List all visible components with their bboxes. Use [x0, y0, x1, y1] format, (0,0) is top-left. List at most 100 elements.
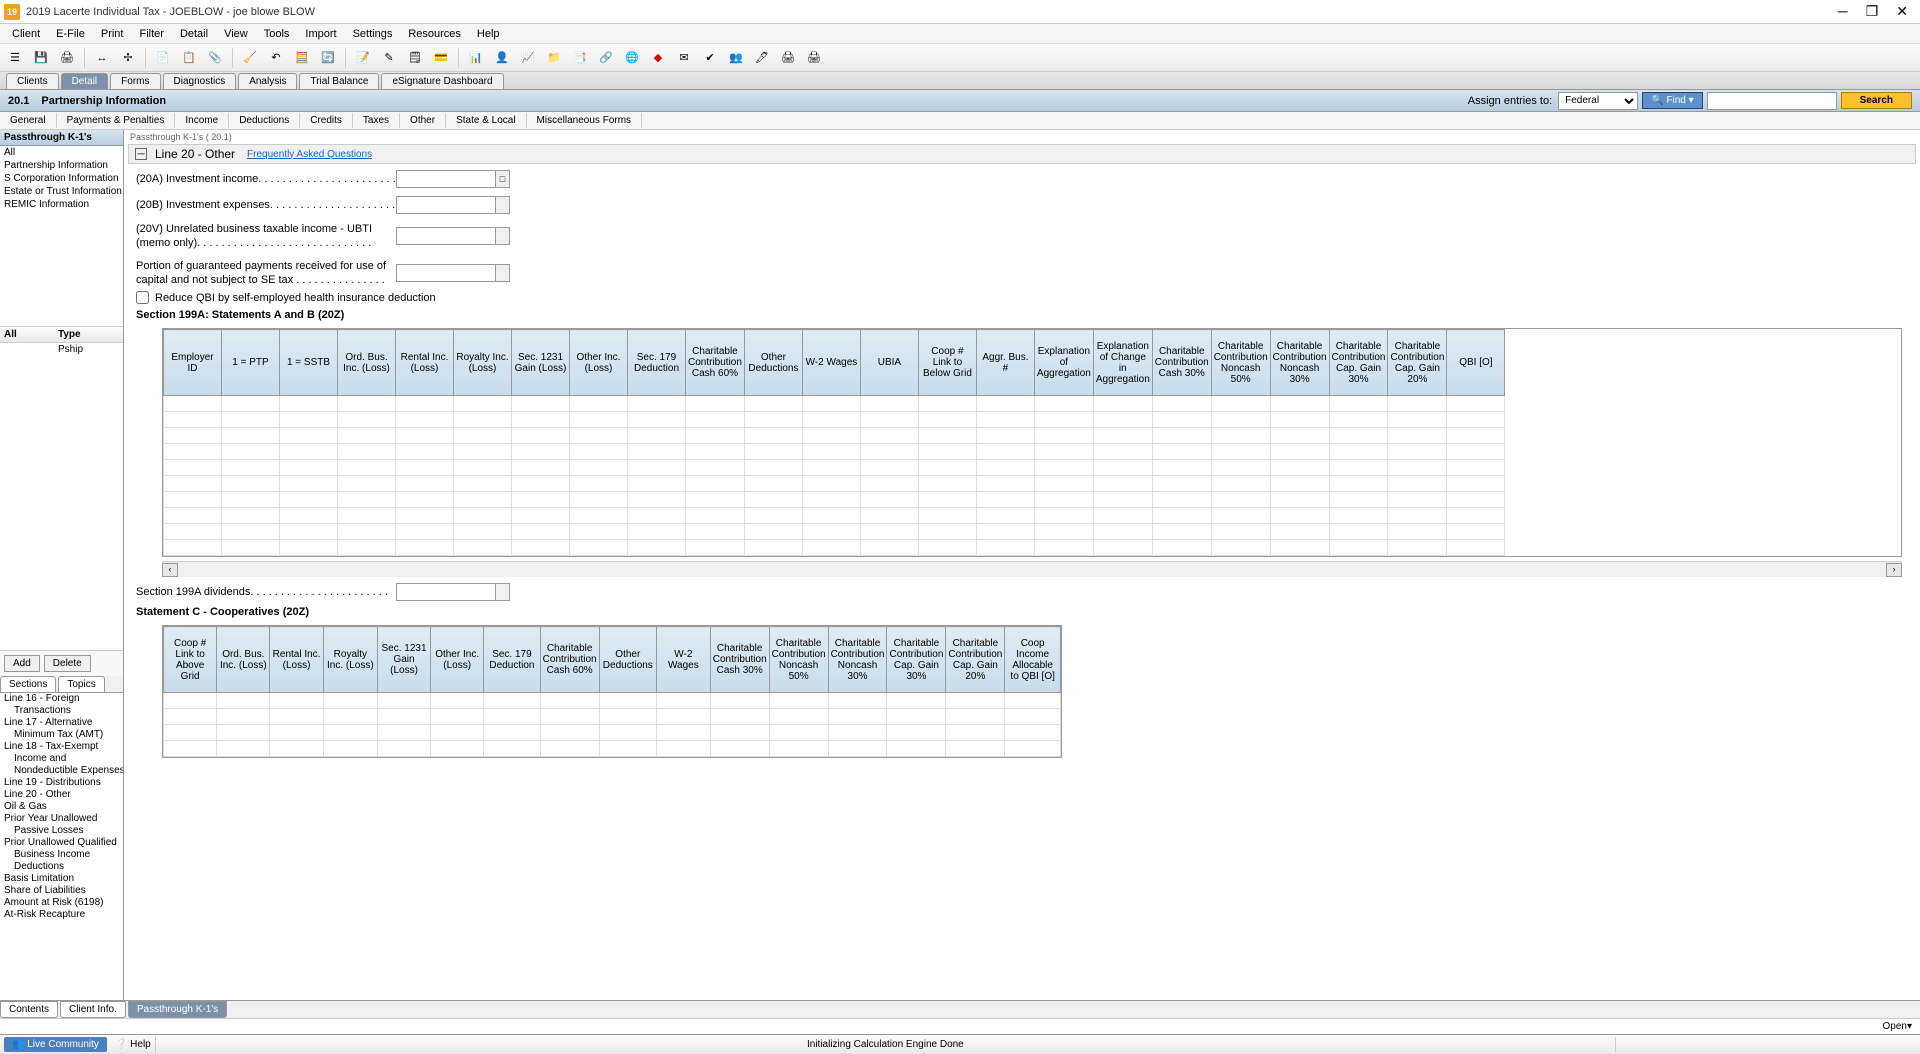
table-row[interactable]	[164, 492, 1505, 508]
grid-header[interactable]: Charitable Contribution Cap. Gain 20%	[946, 627, 1005, 693]
grid-header[interactable]: 1 = PTP	[222, 330, 280, 396]
grid-header[interactable]: Charitable Contribution Cash 30%	[1152, 330, 1211, 396]
check-icon[interactable]: ✔	[699, 47, 721, 69]
person-icon[interactable]: 👤	[491, 47, 513, 69]
tab-clients[interactable]: Clients	[6, 73, 59, 89]
add-button[interactable]: Add	[4, 655, 40, 672]
grid-header[interactable]: Rental Inc. (Loss)	[396, 330, 454, 396]
menu-print[interactable]: Print	[93, 26, 132, 42]
section-item[interactable]: Basis Limitation	[0, 873, 123, 885]
section-item[interactable]: Minimum Tax (AMT)	[0, 729, 123, 741]
grid-header[interactable]: Sec. 1231 Gain (Loss)	[512, 330, 570, 396]
section-item[interactable]: Prior Unallowed Qualified	[0, 837, 123, 849]
grid-header[interactable]: Other Deductions	[599, 627, 656, 693]
note-icon[interactable]: 🗒	[404, 47, 426, 69]
section-item[interactable]: Amount at Risk (6198)	[0, 897, 123, 909]
table-row[interactable]	[164, 460, 1505, 476]
find-input[interactable]	[1707, 92, 1837, 110]
scroll-right-icon[interactable]: ›	[1886, 563, 1902, 577]
live-community-button[interactable]: 👥 Live Community	[4, 1037, 107, 1052]
bottom-tab-client-info-[interactable]: Client Info.	[60, 1001, 126, 1018]
section-item[interactable]: Prior Year Unallowed	[0, 813, 123, 825]
card-icon[interactable]: 💳	[430, 47, 452, 69]
tab-topics[interactable]: Topics	[58, 676, 104, 692]
side-item[interactable]: All	[0, 146, 123, 159]
subtab-taxes[interactable]: Taxes	[353, 113, 400, 128]
grid-header[interactable]: Explanation of Change in Aggregation	[1093, 330, 1152, 396]
tab-trial-balance[interactable]: Trial Balance	[299, 73, 379, 89]
section-item[interactable]: Business Income	[0, 849, 123, 861]
grid-header[interactable]: Coop Income Allocable to QBI [O]	[1005, 627, 1061, 693]
input-20v[interactable]	[396, 227, 496, 245]
side-item[interactable]: Estate or Trust Information	[0, 185, 123, 198]
letter-icon[interactable]: 📝	[352, 47, 374, 69]
section-item[interactable]: Line 17 - Alternative	[0, 717, 123, 729]
section-item[interactable]: Income and	[0, 753, 123, 765]
collapse-icon[interactable]: ─	[135, 148, 147, 160]
grid-header[interactable]: Sec. 179 Deduction	[484, 627, 540, 693]
menu-settings[interactable]: Settings	[345, 26, 401, 42]
subtab-payments-penalties[interactable]: Payments & Penalties	[57, 113, 176, 128]
grid-header[interactable]: Charitable Contribution Noncash 50%	[1211, 330, 1270, 396]
side-item[interactable]: REMIC Information	[0, 198, 123, 211]
grid-header[interactable]: Charitable Contribution Cash 60%	[686, 330, 745, 396]
section-item[interactable]: Deductions	[0, 861, 123, 873]
close-button[interactable]: ✕	[1896, 3, 1908, 20]
mail-icon[interactable]: ✉	[673, 47, 695, 69]
table-row[interactable]	[164, 428, 1505, 444]
rep-icon[interactable]: 📄	[152, 47, 174, 69]
grid-header[interactable]: QBI [O]	[1447, 330, 1505, 396]
tab-esignature-dashboard[interactable]: eSignature Dashboard	[381, 73, 503, 89]
grid-header[interactable]: Explanation of Aggregation	[1034, 330, 1093, 396]
menu-filter[interactable]: Filter	[131, 26, 171, 42]
print3-icon[interactable]: 🖨	[803, 47, 825, 69]
menu-client[interactable]: Client	[4, 26, 48, 42]
nav-prev-icon[interactable]: ↔	[91, 47, 113, 69]
menu-import[interactable]: Import	[297, 26, 344, 42]
section-item[interactable]: Share of Liabilities	[0, 885, 123, 897]
table-row[interactable]	[164, 540, 1505, 556]
bottom-tab-contents[interactable]: Contents	[0, 1001, 58, 1018]
grid-header[interactable]: Other Inc. (Loss)	[431, 627, 484, 693]
grid-header[interactable]: Coop # Link to Above Grid	[164, 627, 217, 693]
grid-header[interactable]: Charitable Contribution Cash 30%	[710, 627, 769, 693]
section-item[interactable]: Oil & Gas	[0, 801, 123, 813]
menu-tools[interactable]: Tools	[256, 26, 298, 42]
checkbox-qbi[interactable]	[136, 291, 149, 304]
grid-header[interactable]: Other Deductions	[744, 330, 802, 396]
grid-header[interactable]: Charitable Contribution Noncash 30%	[1270, 330, 1329, 396]
table-row[interactable]	[164, 412, 1505, 428]
bottom-tab-passthrough-k-s[interactable]: Passthrough K-1's	[128, 1001, 227, 1018]
lookup-20a-icon[interactable]: □	[496, 170, 510, 188]
assign-select[interactable]: Federal	[1558, 92, 1638, 110]
grid-header[interactable]: Coop # Link to Below Grid	[918, 330, 976, 396]
globe-icon[interactable]: 🌐	[621, 47, 643, 69]
save-icon[interactable]: 💾	[30, 47, 52, 69]
section-item[interactable]: Transactions	[0, 705, 123, 717]
subtab-credits[interactable]: Credits	[300, 113, 353, 128]
input-dividends[interactable]	[396, 583, 496, 601]
input-portion[interactable]	[396, 264, 496, 282]
grid-header[interactable]: Charitable Contribution Cap. Gain 20%	[1388, 330, 1447, 396]
table-row[interactable]	[164, 508, 1505, 524]
tab-diagnostics[interactable]: Diagnostics	[163, 73, 237, 89]
table-row[interactable]	[164, 741, 1061, 757]
table-row[interactable]	[164, 725, 1061, 741]
folder-icon[interactable]: 📁	[543, 47, 565, 69]
grid-header[interactable]: Charitable Contribution Cash 60%	[540, 627, 599, 693]
grid-header[interactable]: Ord. Bus. Inc. (Loss)	[338, 330, 396, 396]
copy-icon[interactable]: 📑	[569, 47, 591, 69]
col-all[interactable]: All	[0, 327, 54, 342]
lookup-20b-icon[interactable]	[496, 196, 510, 214]
side-item[interactable]: Partnership Information	[0, 159, 123, 172]
grid-header[interactable]: 1 = SSTB	[280, 330, 338, 396]
delete-button[interactable]: Delete	[44, 655, 91, 672]
clear-icon[interactable]: 🧹	[239, 47, 261, 69]
lookup-portion-icon[interactable]	[496, 264, 510, 282]
grid-header[interactable]: Charitable Contribution Cap. Gain 30%	[887, 627, 946, 693]
grid-header[interactable]: Sec. 179 Deduction	[628, 330, 686, 396]
calc-icon[interactable]: 🧮	[291, 47, 313, 69]
search-button[interactable]: Search	[1841, 92, 1912, 109]
grid-header[interactable]: Charitable Contribution Noncash 30%	[828, 627, 887, 693]
grid-header[interactable]: W-2 Wages	[802, 330, 860, 396]
